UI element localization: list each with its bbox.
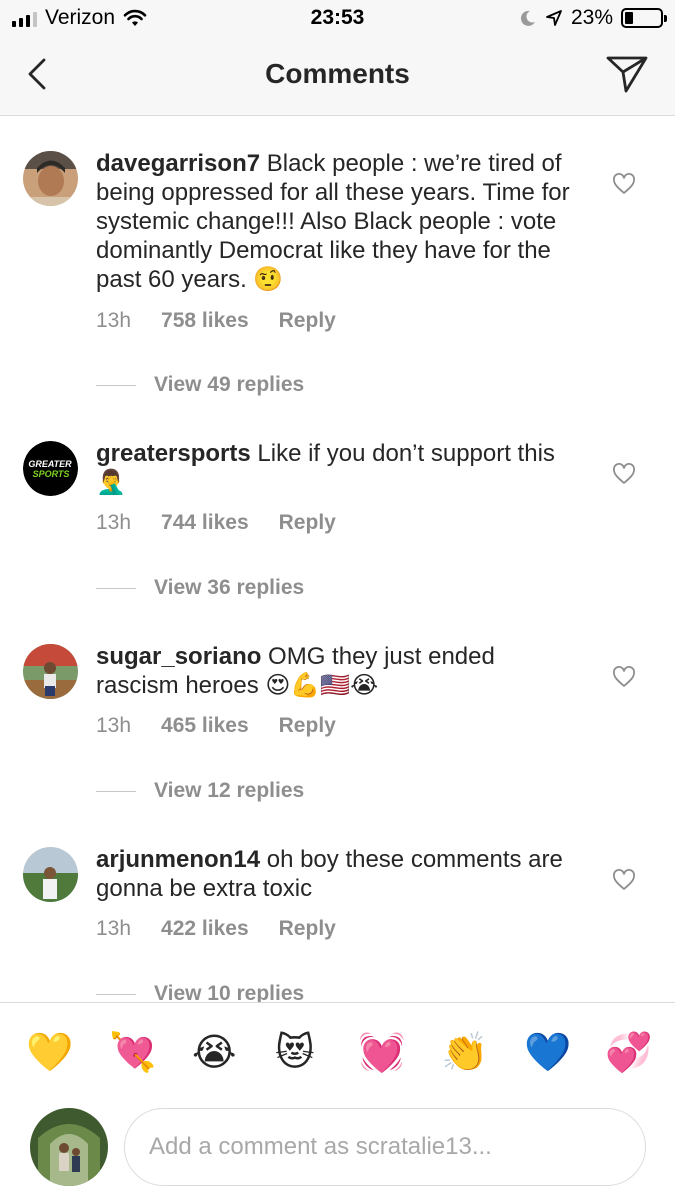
comment-username[interactable]: arjunmenon14 bbox=[96, 846, 260, 873]
comment-time: 13h bbox=[96, 309, 132, 332]
emoji-bar: 💛 💘 😭 😻 💓 👏 💙 💞 bbox=[0, 1002, 675, 1098]
emoji-button-heart-eyes-cat[interactable]: 😻 bbox=[275, 1031, 315, 1075]
divider-line bbox=[96, 587, 136, 589]
comment-composer bbox=[0, 1098, 675, 1200]
view-replies-label: View 12 replies bbox=[154, 779, 305, 802]
comment-time: 13h bbox=[96, 917, 132, 940]
heart-icon[interactable] bbox=[612, 173, 636, 195]
comment-meta: 13h 422 likes Reply bbox=[96, 917, 336, 941]
comment-time: 13h bbox=[96, 511, 132, 534]
comment-input[interactable] bbox=[124, 1108, 646, 1186]
paper-plane-icon bbox=[606, 56, 648, 93]
avatar[interactable] bbox=[23, 644, 78, 699]
status-bar: Verizon 23:53 23% bbox=[0, 0, 675, 36]
comment-body: sugar_soriano OMG they just ended rascis… bbox=[96, 642, 576, 700]
view-replies-label: View 49 replies bbox=[154, 373, 305, 396]
divider-line bbox=[96, 993, 136, 995]
emoji-button-clap[interactable]: 👏 bbox=[441, 1031, 488, 1075]
comment-body: davegarrison7 Black people : we’re tired… bbox=[96, 149, 576, 294]
comment-username[interactable]: davegarrison7 bbox=[96, 150, 260, 177]
view-replies-button[interactable]: View 36 replies bbox=[96, 576, 304, 600]
avatar-text: SPORTS bbox=[33, 469, 70, 479]
comment-time: 13h bbox=[96, 714, 132, 737]
avatar[interactable]: GREATER SPORTS bbox=[23, 441, 78, 496]
reply-button[interactable]: Reply bbox=[279, 511, 336, 535]
comment-username[interactable]: sugar_soriano bbox=[96, 643, 261, 670]
comment-likes[interactable]: 465 likes bbox=[161, 714, 249, 738]
battery-percent: 23% bbox=[570, 6, 613, 29]
divider-line bbox=[96, 384, 136, 386]
header: Comments bbox=[0, 36, 675, 116]
view-replies-button[interactable]: View 12 replies bbox=[96, 779, 304, 803]
moon-icon bbox=[520, 10, 535, 26]
my-avatar bbox=[30, 1108, 108, 1186]
avatar-text: GREATER bbox=[28, 459, 72, 469]
view-replies-label: View 36 replies bbox=[154, 576, 305, 599]
emoji-button-blue-heart[interactable]: 💙 bbox=[524, 1031, 571, 1075]
comment-username[interactable]: greatersports bbox=[96, 440, 251, 467]
avatar[interactable] bbox=[23, 847, 78, 902]
divider-line bbox=[96, 790, 136, 792]
emoji-button-yellow-heart[interactable]: 💛 bbox=[26, 1031, 73, 1075]
reply-button[interactable]: Reply bbox=[279, 309, 336, 333]
reply-button[interactable]: Reply bbox=[279, 714, 336, 738]
comment-body: greatersports Like if you don’t support … bbox=[96, 439, 576, 497]
page-title: Comments bbox=[265, 58, 410, 89]
view-replies-button[interactable]: View 10 replies bbox=[96, 982, 304, 1002]
emoji-button-beating-heart[interactable]: 💓 bbox=[358, 1031, 405, 1075]
emoji-button-heart-arrow[interactable]: 💘 bbox=[109, 1031, 156, 1075]
heart-icon[interactable] bbox=[612, 869, 636, 891]
comment-meta: 13h 758 likes Reply bbox=[96, 309, 336, 333]
location-icon bbox=[546, 10, 562, 26]
comments-screen: Verizon 23:53 23% Comments davegarrison7… bbox=[0, 0, 675, 1200]
heart-icon[interactable] bbox=[612, 463, 636, 485]
view-replies-label: View 10 replies bbox=[154, 982, 305, 1002]
comment-meta: 13h 465 likes Reply bbox=[96, 714, 336, 738]
share-button[interactable] bbox=[605, 52, 649, 96]
reply-button[interactable]: Reply bbox=[279, 917, 336, 941]
comment-meta: 13h 744 likes Reply bbox=[96, 511, 336, 535]
avatar[interactable] bbox=[23, 151, 78, 206]
emoji-button-revolving-hearts[interactable]: 💞 bbox=[605, 1031, 652, 1075]
comments-list[interactable]: davegarrison7 Black people : we’re tired… bbox=[0, 117, 675, 1002]
comment-body: arjunmenon14 oh boy these comments are g… bbox=[96, 845, 576, 903]
status-right: 23% bbox=[519, 6, 667, 30]
view-replies-button[interactable]: View 49 replies bbox=[96, 373, 304, 397]
comment-likes[interactable]: 744 likes bbox=[161, 511, 249, 535]
battery-icon bbox=[621, 8, 667, 28]
heart-icon[interactable] bbox=[612, 666, 636, 688]
comment-likes[interactable]: 758 likes bbox=[161, 309, 249, 333]
comment-likes[interactable]: 422 likes bbox=[161, 917, 249, 941]
emoji-button-crying[interactable]: 😭 bbox=[192, 1031, 236, 1075]
